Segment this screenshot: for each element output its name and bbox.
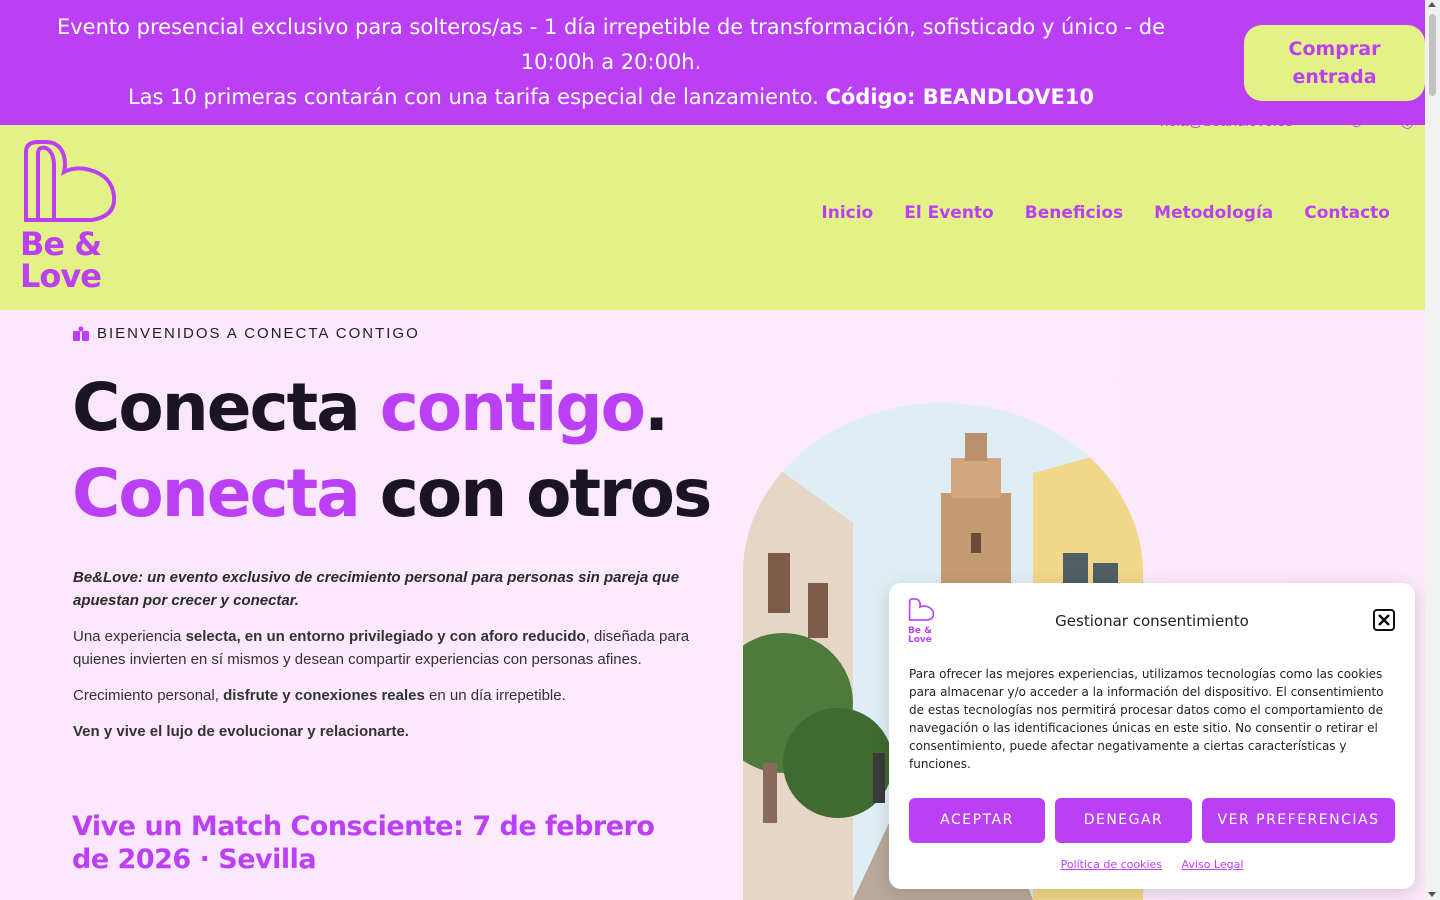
contact-email[interactable]: hola@beandlove.es <box>1160 113 1293 130</box>
view-preferences-button[interactable]: VER PREFERENCIAS <box>1202 798 1395 843</box>
event-date-heading: Vive un Match Consciente: 7 de febrero d… <box>72 811 655 875</box>
whatsapp-icon[interactable]: ✆ <box>1350 114 1363 131</box>
intro-lead: Be&Love: un evento exclusivo de crecimie… <box>73 569 680 609</box>
page-scrollbar[interactable] <box>1425 0 1440 900</box>
headline-line1: Conecta contigo. <box>72 365 710 451</box>
heart-logo-icon <box>24 140 117 222</box>
social-icons: ✆ ◎ <box>1350 113 1414 131</box>
consent-logo-line2: Love <box>908 635 932 645</box>
p1-a: Una experiencia <box>73 628 186 645</box>
promo-banner: Evento presencial exclusivo para soltero… <box>0 0 1425 125</box>
logo-text: Be & Love <box>20 225 102 295</box>
hero-headline: Conecta contigo. Conecta con otros <box>72 365 713 537</box>
close-icon <box>1378 614 1390 626</box>
promo-text: Evento presencial exclusivo para soltero… <box>30 10 1192 115</box>
cookie-consent-dialog: Be & Love Gestionar consentimiento Para … <box>889 583 1415 889</box>
promo-line2-prefix: Las 10 primeras contarán con una tarifa … <box>127 85 826 109</box>
nav-inicio[interactable]: Inicio <box>821 203 873 223</box>
instagram-icon[interactable]: ◎ <box>1401 114 1414 131</box>
headline-period: . <box>643 369 669 446</box>
nav-beneficios[interactable]: Beneficios <box>1025 203 1123 223</box>
consent-title: Gestionar consentimiento <box>1055 612 1249 630</box>
p1-b: selecta, en un entorno privilegiado y co… <box>185 628 586 645</box>
promo-line2: Las 10 primeras contarán con una tarifa … <box>30 80 1192 115</box>
promo-line1: Evento presencial exclusivo para soltero… <box>56 15 1166 74</box>
nav-metodologia[interactable]: Metodología <box>1154 203 1273 223</box>
scroll-thumb[interactable] <box>1429 14 1436 96</box>
headline-word-conecta-2: Conecta <box>72 455 361 532</box>
main-nav: Inicio El Evento Beneficios Metodología … <box>821 203 1390 223</box>
contact-strip: hola@beandlove.es ✆ ◎ <box>1160 113 1414 131</box>
consent-body: Para ofrecer las mejores experiencias, u… <box>909 667 1384 771</box>
site-header: hola@beandlove.es ✆ ◎ Be & Love Inicio E… <box>0 113 1425 310</box>
p3: Ven y vive el lujo de evolucionar y rela… <box>73 723 409 740</box>
headline-line2: Conecta con otros <box>72 451 713 537</box>
intro-paragraph-2: Crecimiento personal, disfrute y conexio… <box>73 684 713 707</box>
accept-cookies-button[interactable]: ACEPTAR <box>909 798 1045 843</box>
scroll-down-arrow-icon[interactable] <box>1428 892 1436 897</box>
cookie-policy-link[interactable]: Política de cookies <box>1061 858 1162 871</box>
intro-paragraph-3: Ven y vive el lujo de evolucionar y rela… <box>73 720 713 743</box>
headline-word-conecta: Conecta <box>72 369 380 446</box>
nav-contacto[interactable]: Contacto <box>1304 203 1390 223</box>
close-consent-button[interactable] <box>1373 609 1395 631</box>
deny-cookies-button[interactable]: DENEGAR <box>1055 798 1192 843</box>
p2-a: Crecimiento personal, <box>73 687 224 704</box>
logo-text-line2: Love <box>20 257 102 295</box>
hero-eyebrow: BIENVENIDOS A CONECTA CONTIGO <box>73 325 420 342</box>
buy-ticket-button[interactable]: Comprar entrada <box>1244 25 1425 101</box>
hero-intro: Be&Love: un evento exclusivo de crecimie… <box>73 566 713 756</box>
eyebrow-text: BIENVENIDOS A CONECTA CONTIGO <box>97 325 420 342</box>
logo-text-line1: Be & <box>20 225 102 263</box>
legal-notice-link[interactable]: Aviso Legal <box>1182 858 1244 871</box>
site-logo[interactable]: Be & Love <box>20 140 120 295</box>
promo-code: Código: BEANDLOVE10 <box>825 85 1095 109</box>
p2-b: disfrute y conexiones reales <box>223 687 425 704</box>
headline-words-con-otros: con otros <box>358 455 713 532</box>
headline-word-contigo: contigo <box>379 369 646 446</box>
p2-c: en un día irrepetible. <box>424 687 566 704</box>
scroll-up-arrow-icon[interactable] <box>1428 2 1436 7</box>
consent-links: Política de cookies Aviso Legal <box>889 858 1415 871</box>
nav-el-evento[interactable]: El Evento <box>904 203 994 223</box>
intro-paragraph-1: Una experiencia selecta, en un entorno p… <box>73 625 713 671</box>
book-icon <box>73 326 89 341</box>
